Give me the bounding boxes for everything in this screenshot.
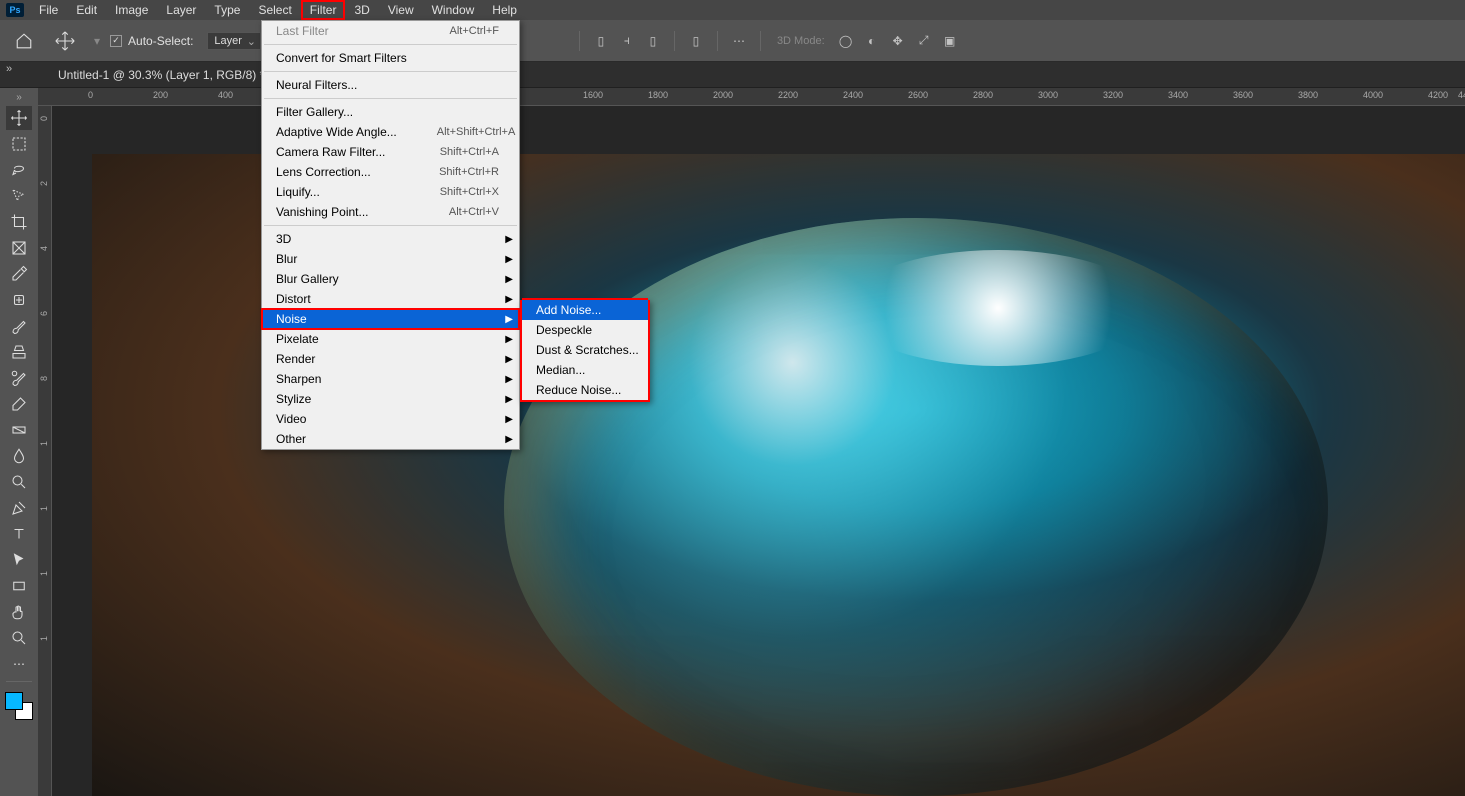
dodge-tool[interactable] [6,470,32,494]
align-right-icon[interactable]: ▯ [643,31,663,51]
menu-3d[interactable]: 3D [345,0,378,20]
optionsbar: ▾ ✓ Auto-Select: Layer⌄ ▯ ⫞ ▯ ▯ ⋯ 3D Mod… [0,20,1465,62]
noise-despeckle[interactable]: Despeckle [522,320,648,340]
lasso-tool[interactable] [6,158,32,182]
noise-add-noise[interactable]: Add Noise... [522,298,648,320]
quick-select-tool[interactable] [6,184,32,208]
menu-view[interactable]: View [379,0,423,20]
menu-file[interactable]: File [30,0,67,20]
3d-mode-label: 3D Mode: [777,35,825,47]
filter-camera-raw[interactable]: Camera Raw Filter...Shift+Ctrl+A [262,142,519,162]
more-align-icon[interactable]: ⋯ [729,31,749,51]
blur-tool[interactable] [6,444,32,468]
filter-noise-submenu[interactable]: Noise▶ [262,309,519,329]
clone-stamp-tool[interactable] [6,340,32,364]
distribute-icon[interactable]: ▯ [686,31,706,51]
align-center-h-icon[interactable]: ⫞ [617,31,637,51]
foreground-color-swatch[interactable] [5,692,23,710]
type-tool[interactable] [6,522,32,546]
crop-tool[interactable] [6,210,32,234]
color-swatches[interactable] [5,692,33,720]
menu-filter[interactable]: Filter [301,0,346,20]
3d-orbit-icon[interactable]: ◯ [836,31,856,51]
pen-tool[interactable] [6,496,32,520]
eyedropper-tool[interactable] [6,262,32,286]
marquee-tool[interactable] [6,132,32,156]
filter-convert-smart[interactable]: Convert for Smart Filters [262,48,519,68]
menu-image[interactable]: Image [106,0,157,20]
filter-3d-submenu[interactable]: 3D▶ [262,229,519,249]
menu-layer[interactable]: Layer [157,0,205,20]
gradient-tool[interactable] [6,418,32,442]
filter-distort-submenu[interactable]: Distort▶ [262,289,519,309]
zoom-tool[interactable] [6,626,32,650]
menu-edit[interactable]: Edit [67,0,106,20]
filter-adaptive-wide-angle[interactable]: Adaptive Wide Angle...Alt+Shift+Ctrl+A [262,122,519,142]
horizontal-ruler: 0200400160018002000220024002600280030003… [38,88,1465,106]
tab-overflow-icon[interactable]: » [6,63,12,75]
filter-dropdown: Last FilterAlt+Ctrl+F Convert for Smart … [261,20,520,450]
menu-help[interactable]: Help [483,0,526,20]
filter-liquify[interactable]: Liquify...Shift+Ctrl+X [262,182,519,202]
filter-vanishing-point[interactable]: Vanishing Point...Alt+Ctrl+V [262,202,519,222]
path-select-tool[interactable] [6,548,32,572]
noise-dust-scratches[interactable]: Dust & Scratches... [522,340,648,360]
move-tool[interactable] [6,106,32,130]
app-logo: Ps [6,3,24,17]
home-icon[interactable] [12,29,36,53]
3d-zoom-icon[interactable]: ▣ [940,31,960,51]
hand-tool[interactable] [6,600,32,624]
menubar: Ps File Edit Image Layer Type Select Fil… [0,0,1465,20]
filter-blur-submenu[interactable]: Blur▶ [262,249,519,269]
filter-pixelate-submenu[interactable]: Pixelate▶ [262,329,519,349]
3d-slide-icon[interactable]: ⤢ [914,31,934,51]
target-layer-select[interactable]: Layer⌄ [207,32,261,50]
menu-type[interactable]: Type [205,0,249,20]
noise-median[interactable]: Median... [522,360,648,380]
filter-neural[interactable]: Neural Filters... [262,75,519,95]
history-brush-tool[interactable] [6,366,32,390]
vertical-ruler: 0 2 4 6 8 1 1 1 1 [38,106,52,796]
menu-select[interactable]: Select [249,0,300,20]
edit-toolbar-icon[interactable]: ⋯ [6,652,32,676]
filter-sharpen-submenu[interactable]: Sharpen▶ [262,369,519,389]
3d-pan-icon[interactable]: ✥ [888,31,908,51]
3d-roll-icon[interactable]: ◐ [862,31,882,51]
filter-last[interactable]: Last FilterAlt+Ctrl+F [262,21,519,41]
brush-tool[interactable] [6,314,32,338]
filter-lens-correction[interactable]: Lens Correction...Shift+Ctrl+R [262,162,519,182]
document-tab[interactable]: Untitled-1 @ 30.3% (Layer 1, RGB/8) *× [52,64,285,86]
move-tool-indicator-icon [54,30,76,52]
noise-reduce[interactable]: Reduce Noise... [522,380,648,400]
auto-select-label: Auto-Select: [128,34,193,48]
filter-gallery[interactable]: Filter Gallery... [262,102,519,122]
auto-select-checkbox[interactable]: ✓ Auto-Select: [110,34,193,48]
menu-window[interactable]: Window [423,0,484,20]
filter-other-submenu[interactable]: Other▶ [262,429,519,449]
filter-video-submenu[interactable]: Video▶ [262,409,519,429]
filter-render-submenu[interactable]: Render▶ [262,349,519,369]
frame-tool[interactable] [6,236,32,260]
filter-blur-gallery-submenu[interactable]: Blur Gallery▶ [262,269,519,289]
rectangle-tool[interactable] [6,574,32,598]
align-left-icon[interactable]: ▯ [591,31,611,51]
noise-submenu-dropdown: Add Noise... Despeckle Dust & Scratches.… [520,300,650,402]
healing-brush-tool[interactable] [6,288,32,312]
toolbar: » ⋯ [0,88,38,796]
filter-stylize-submenu[interactable]: Stylize▶ [262,389,519,409]
eraser-tool[interactable] [6,392,32,416]
document-tabbar: » Untitled-1 @ 30.3% (Layer 1, RGB/8) *× [0,62,1465,88]
